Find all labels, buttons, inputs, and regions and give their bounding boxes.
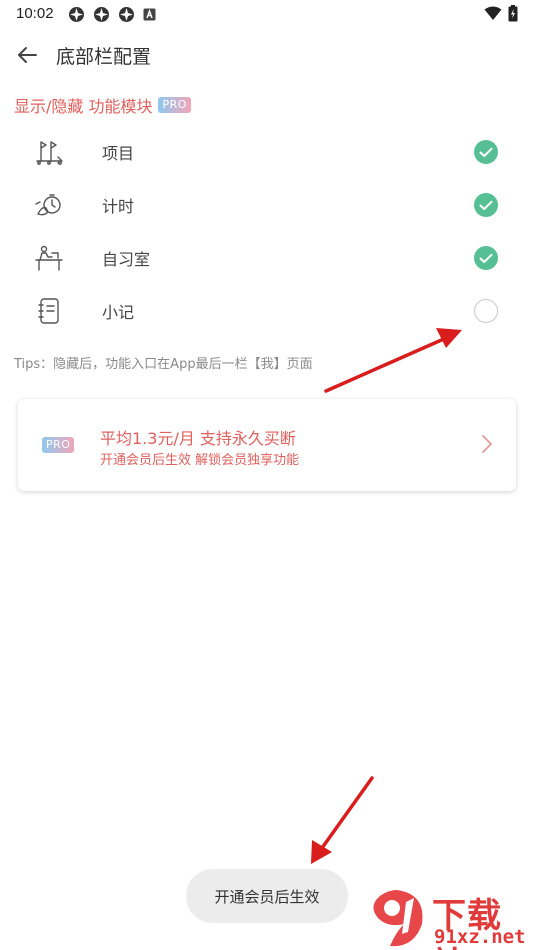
app-notification-icon <box>94 7 109 22</box>
battery-charging-icon <box>508 5 518 22</box>
section-title-text: 显示/隐藏 功能模块 <box>14 97 153 116</box>
module-toggle-checked[interactable] <box>474 140 498 164</box>
module-label: 自习室 <box>102 250 151 269</box>
watermark-site: 91xz.net <box>434 926 526 948</box>
notification-icons <box>68 6 156 23</box>
pro-card-subtitle: 开通会员后生效 解锁会员独享功能 <box>100 453 300 468</box>
module-label: 项目 <box>102 144 135 163</box>
section-title: 显示/隐藏 功能模块 PRO <box>14 93 191 117</box>
back-arrow-icon <box>18 47 37 63</box>
system-icons <box>484 5 518 22</box>
app-bar: 底部栏配置 <box>0 34 534 74</box>
tips-text: Tips：隐藏后，功能入口在App最后一栏【我】页面 <box>14 357 313 372</box>
module-toggle-checked[interactable] <box>474 246 498 270</box>
pro-badge: PRO <box>158 97 191 113</box>
status-bar: 10:02 <box>0 0 534 28</box>
chevron-right-icon <box>482 435 492 453</box>
timer-icon <box>35 194 61 216</box>
check-icon <box>479 147 493 157</box>
module-toggle-unchecked[interactable] <box>474 299 498 323</box>
check-icon <box>479 200 493 210</box>
module-row-project[interactable]: 项目 <box>0 125 534 177</box>
status-time: 10:02 <box>16 5 54 22</box>
module-row-notebook[interactable]: 小记 <box>0 284 534 336</box>
annotation-arrow <box>311 776 374 864</box>
project-icon <box>36 141 63 165</box>
module-label: 计时 <box>102 197 135 216</box>
a-icon <box>143 8 156 21</box>
notebook-icon <box>38 298 59 324</box>
annotation-arrow <box>324 328 462 393</box>
toast-message: 开通会员后生效 <box>186 869 348 923</box>
app-notification-icon <box>119 7 134 22</box>
watermark-logo-icon <box>373 890 423 947</box>
module-label: 小记 <box>102 303 135 322</box>
pro-badge: PRO <box>42 437 75 453</box>
pro-upgrade-card[interactable]: PRO 平均1.3元/月 支持永久买断 开通会员后生效 解锁会员独享功能 <box>18 399 516 491</box>
watermark: 下载站 91xz.net <box>366 886 534 950</box>
module-row-study-room[interactable]: 自习室 <box>0 231 534 283</box>
app-notification-icon <box>69 7 84 22</box>
page-title: 底部栏配置 <box>56 46 152 68</box>
check-icon <box>479 253 493 263</box>
module-toggle-checked[interactable] <box>474 193 498 217</box>
back-button[interactable] <box>14 42 40 68</box>
wifi-icon <box>484 6 502 20</box>
module-row-timer[interactable]: 计时 <box>0 178 534 230</box>
study-room-icon <box>35 245 63 271</box>
pro-card-title: 平均1.3元/月 支持永久买断 <box>100 429 296 448</box>
